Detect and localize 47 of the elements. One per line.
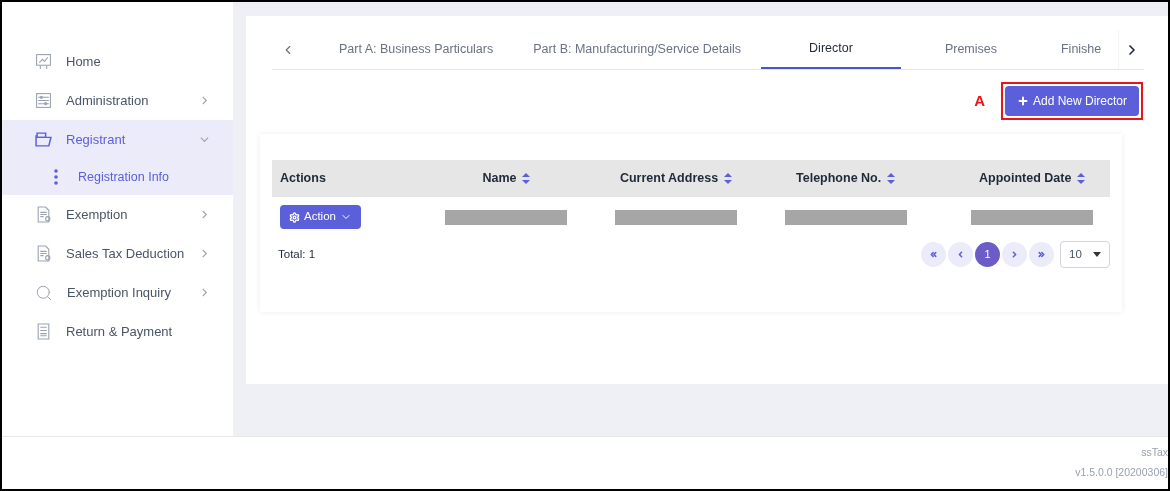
column-header[interactable]: Appointed Date bbox=[979, 169, 1072, 188]
sidebar-item[interactable]: Registrant bbox=[2, 120, 233, 159]
sort-icon[interactable] bbox=[724, 173, 733, 184]
search-icon bbox=[35, 283, 53, 302]
sidebar-item[interactable]: Sales Tax Deduction bbox=[2, 234, 233, 273]
tab[interactable]: Premises bbox=[900, 30, 1041, 69]
plus-icon bbox=[1016, 95, 1029, 107]
sidebar-item[interactable]: Exemption bbox=[2, 195, 233, 234]
column-header[interactable]: Current Address bbox=[619, 169, 719, 188]
folder-icon bbox=[35, 131, 52, 148]
chart-board-icon bbox=[35, 53, 52, 70]
version-text: v1.5.0.0 [20200306] bbox=[1075, 465, 1168, 480]
tab[interactable]: Director bbox=[760, 30, 901, 69]
sidebar-item[interactable]: Return & Payment bbox=[2, 312, 233, 351]
tab[interactable]: Finishe bbox=[1040, 30, 1122, 69]
last-page-button[interactable] bbox=[1029, 242, 1054, 267]
sidebar-subitem[interactable]: Registration Info bbox=[2, 159, 233, 195]
action-button[interactable]: Action bbox=[280, 205, 361, 229]
sort-icon[interactable] bbox=[887, 173, 896, 184]
document-icon bbox=[35, 323, 52, 340]
column-header[interactable]: Telephone No. bbox=[796, 169, 882, 188]
add-director-button[interactable]: Add New Director bbox=[1004, 86, 1139, 116]
total-count: Total: 1 bbox=[278, 246, 316, 262]
tab[interactable]: Part B: Manufacturing/Service Details bbox=[513, 30, 761, 69]
app-name: ssTax bbox=[1141, 445, 1168, 461]
annotation-label: A bbox=[974, 90, 985, 111]
last-page-icon bbox=[1037, 250, 1046, 259]
document-icon bbox=[35, 245, 52, 262]
page-size-select[interactable]: 10 bbox=[1060, 241, 1110, 268]
sidebar-item[interactable]: Home bbox=[2, 42, 233, 81]
sidebar-item[interactable]: Administration bbox=[2, 81, 233, 120]
sidebar-item[interactable]: Exemption Inquiry bbox=[2, 273, 233, 312]
dots-icon bbox=[54, 169, 58, 185]
first-page-button[interactable] bbox=[921, 242, 946, 267]
column-header: Actions bbox=[280, 170, 326, 188]
next-icon bbox=[1010, 250, 1019, 259]
sliders-icon bbox=[35, 92, 52, 109]
column-header[interactable]: Name bbox=[482, 169, 517, 188]
sort-icon[interactable] bbox=[1077, 173, 1086, 184]
previous-icon bbox=[956, 250, 965, 259]
gear-icon bbox=[289, 211, 300, 223]
document-icon bbox=[35, 206, 52, 223]
dropdown-caret-icon bbox=[1093, 252, 1101, 257]
first-page-icon bbox=[929, 250, 938, 259]
page-button[interactable]: 1 bbox=[975, 242, 1000, 267]
sort-icon[interactable] bbox=[522, 173, 531, 184]
tab[interactable]: Part A: Business Particulars bbox=[319, 30, 514, 69]
